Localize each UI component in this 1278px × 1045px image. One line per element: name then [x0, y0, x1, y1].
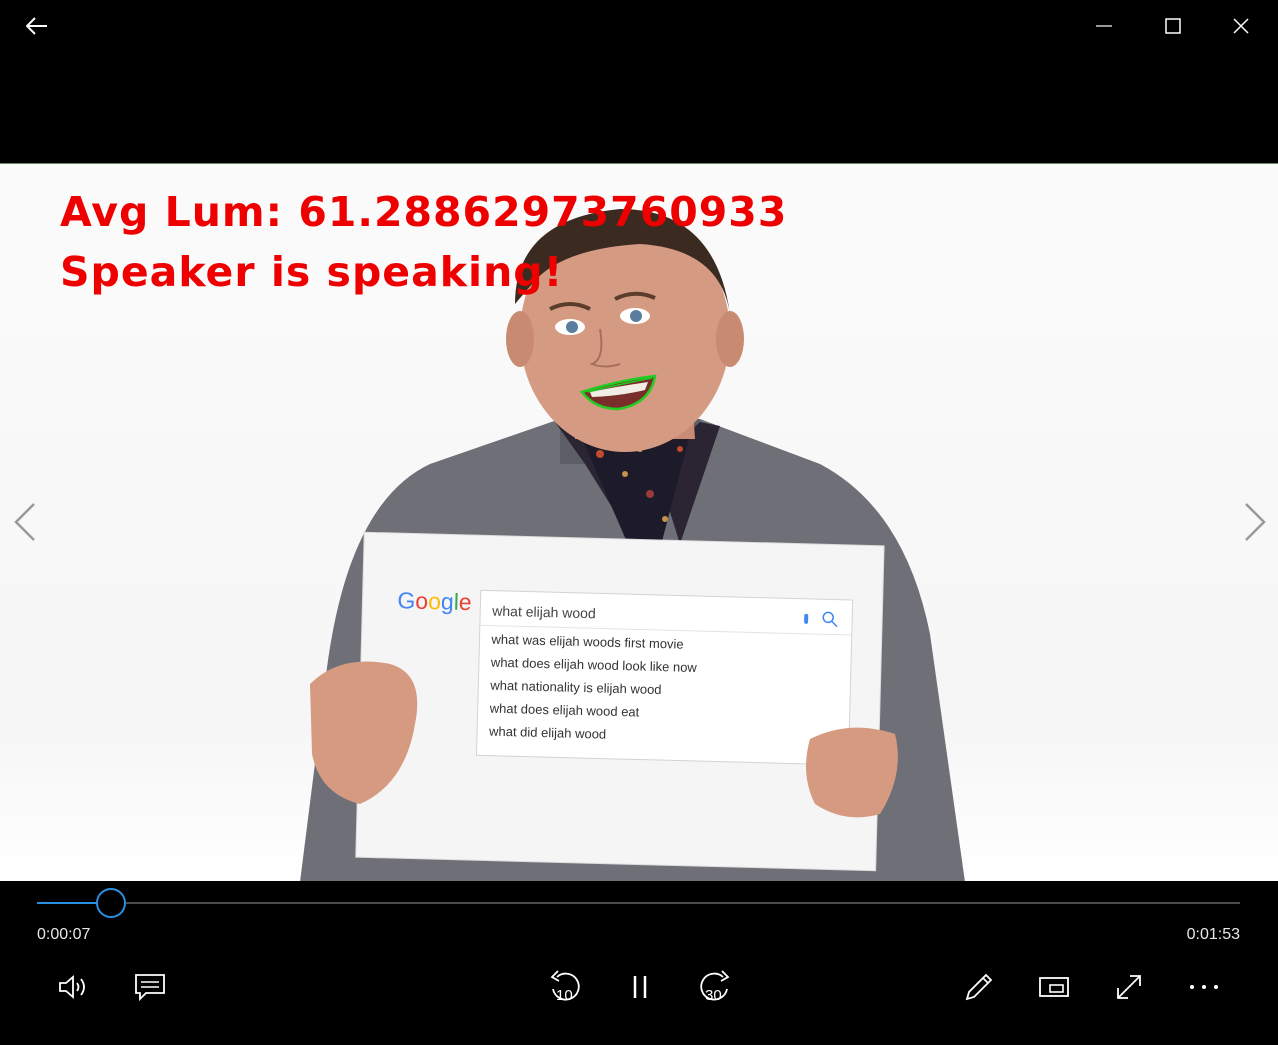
player-controls: 0:00:07 0:01:53 10 30 [0, 881, 1278, 1045]
skip-back-label: 10 [556, 987, 573, 1004]
duration: 0:01:53 [1186, 926, 1240, 943]
video-frame[interactable]: Google what elijah wood what was elijah … [0, 163, 1278, 882]
edit-pencil-icon [965, 973, 993, 1001]
skip-forward-label: 30 [705, 987, 722, 1004]
maximize-button[interactable] [1143, 0, 1203, 52]
close-icon [1233, 18, 1249, 34]
speaker-status-overlay: Speaker is speaking! [60, 248, 564, 296]
mini-view-icon [1039, 977, 1069, 997]
pause-icon [633, 976, 647, 998]
minimize-button[interactable] [1074, 0, 1134, 52]
skip-back-10-icon: 10 [550, 970, 580, 1004]
mini-view-button[interactable] [1030, 965, 1078, 1009]
chevron-left-icon [14, 503, 35, 541]
skip-back-button[interactable]: 10 [541, 965, 589, 1009]
fullscreen-button[interactable] [1105, 965, 1153, 1009]
seek-thumb[interactable] [96, 888, 127, 918]
volume-icon [59, 975, 85, 999]
svg-text:Google: Google [397, 587, 472, 615]
svg-text:what elijah wood: what elijah wood [491, 603, 596, 622]
skip-forward-30-icon: 30 [700, 970, 730, 1004]
more-button[interactable] [1180, 965, 1228, 1009]
maximize-icon [1165, 18, 1181, 34]
svg-text:what did elijah wood: what did elijah wood [488, 724, 606, 742]
captions-icon [135, 974, 165, 1002]
close-button[interactable] [1211, 0, 1271, 52]
skip-forward-button[interactable]: 30 [691, 965, 739, 1009]
next-button[interactable] [1234, 500, 1274, 544]
previous-button[interactable] [6, 500, 46, 544]
back-arrow-icon [26, 17, 47, 35]
volume-button[interactable] [50, 965, 98, 1009]
current-time: 0:00:07 [37, 926, 91, 943]
chevron-right-icon [1245, 503, 1266, 541]
seek-bar[interactable] [37, 888, 1240, 918]
minimize-icon [1096, 25, 1112, 27]
edit-button[interactable] [955, 965, 1003, 1009]
captions-button[interactable] [126, 965, 174, 1009]
right-hand [806, 727, 898, 818]
fullscreen-icon [1117, 975, 1141, 999]
luminance-overlay: Avg Lum: 61.28862973760933 [60, 188, 788, 236]
pause-button[interactable] [616, 965, 664, 1009]
back-button[interactable] [7, 0, 67, 52]
more-icon [1190, 985, 1218, 989]
title-bar [0, 0, 1278, 52]
